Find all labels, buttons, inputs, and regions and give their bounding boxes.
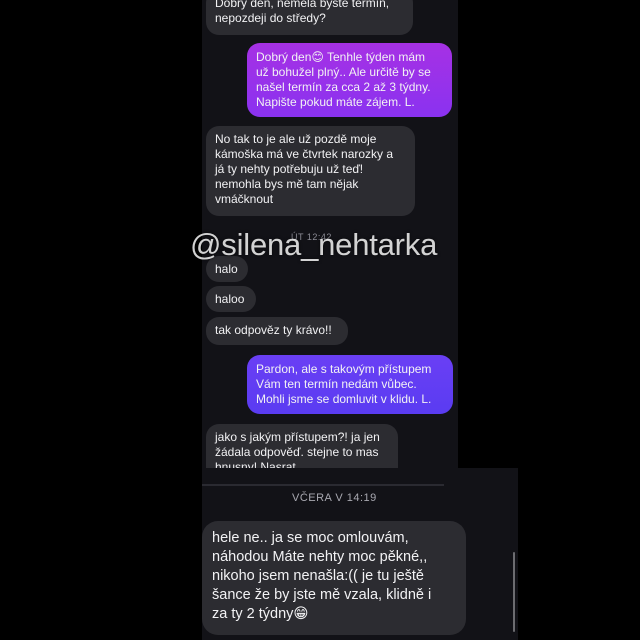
message-incoming-apology: hele ne.. ja se moc omlouvám, náhodou Má… [202,521,466,635]
message-incoming-1: Dobrý den, neměla byste termín, nepozdej… [206,0,413,35]
message-incoming-insult: tak odpověz ty krávo!! [206,317,348,345]
message-outgoing-2: Pardon, ale s takovým přístupem Vám ten … [247,355,453,414]
message-outgoing-1: Dobrý den😊 Tenhle týden mám už bohužel p… [247,43,452,117]
message-incoming-haloo: haloo [206,286,256,312]
message-incoming-2: No tak to je ale už pozdě moje kámoška m… [206,126,415,216]
watermark-handle: @silena_nehtarka [190,227,438,262]
timestamp-yesterday: VČERA V 14:19 [292,492,377,504]
scrollbar[interactable] [513,552,515,632]
chat-screenshot-lower: VČERA V 14:19 hele ne.. ja se moc omlouv… [202,468,518,640]
